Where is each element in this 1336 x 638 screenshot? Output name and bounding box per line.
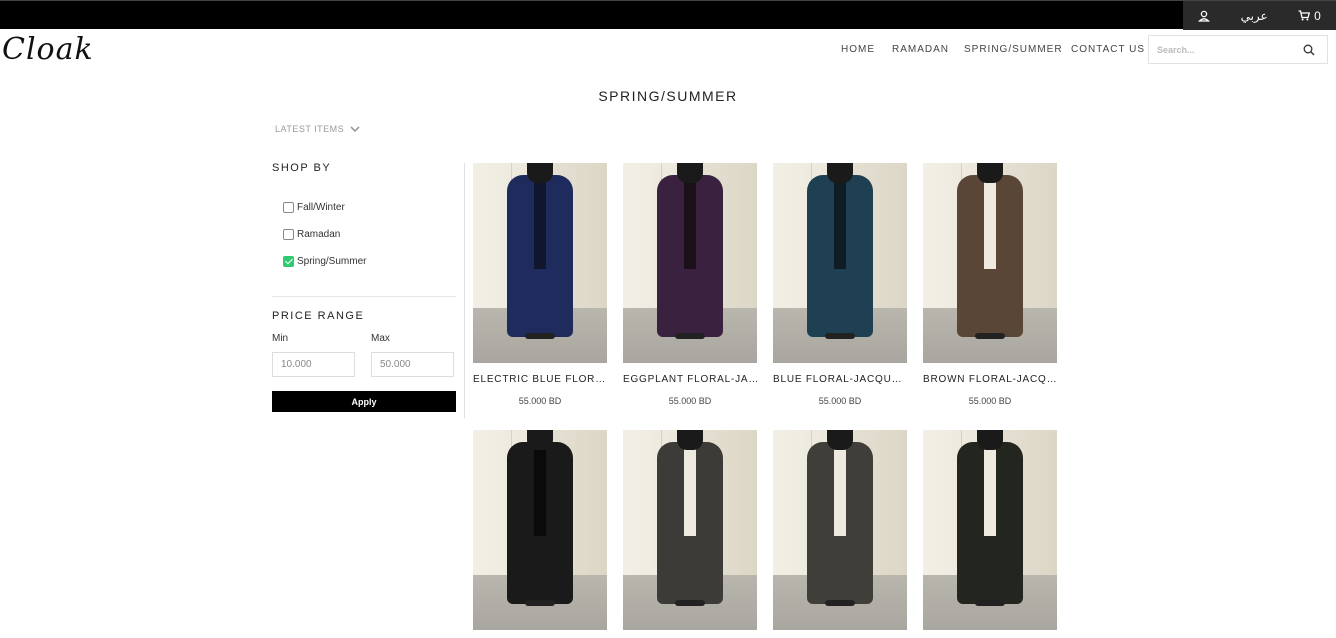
sort-dropdown[interactable]: LATEST ITEMS [275,124,360,134]
product-image[interactable] [923,163,1057,363]
product-image[interactable] [773,430,907,630]
product-price: 55.000 BD [518,396,562,406]
chevron-down-icon [350,125,360,132]
product-price: 55.000 BD [968,396,1012,406]
shop-by-title: SHOP BY [272,162,332,174]
product-card[interactable] [923,430,1057,630]
search-input[interactable] [1149,44,1294,55]
category-filters: Fall/Winter Ramadan Spring/Summer [283,194,456,275]
product-card[interactable] [473,430,607,630]
user-icon[interactable] [1198,10,1211,22]
checkbox-checked[interactable] [283,256,294,267]
cart-button[interactable]: 0 [1298,9,1321,23]
product-name[interactable]: ELECTRIC BLUE FLORAL-JACQUARD [473,374,609,385]
filter-label: Spring/Summer [297,256,367,267]
product-image[interactable] [473,430,607,630]
cart-icon [1298,10,1311,21]
search-icon[interactable] [1303,44,1315,56]
nav-spring-summer[interactable]: SPRING/SUMMER [964,44,1063,55]
product-name[interactable]: BROWN FLORAL-JACQUARD [923,374,1059,385]
product-card[interactable] [773,430,907,630]
language-switch[interactable]: عربي [1241,9,1268,23]
nav-ramadan[interactable]: RAMADAN [892,44,949,55]
product-image[interactable] [473,163,607,363]
top-bar: عربي 0 [0,0,1336,30]
sort-label: LATEST ITEMS [275,124,345,134]
apply-button[interactable]: Apply [272,391,456,412]
sidebar-divider [464,163,465,418]
min-price-input[interactable] [272,352,355,377]
product-image[interactable] [623,430,757,630]
product-card[interactable]: BLUE FLORAL-JACQUARD 55.000 BD [773,163,909,406]
brand-logo[interactable]: Cloak [2,32,94,67]
filter-label: Fall/Winter [297,202,345,213]
product-card[interactable] [623,430,757,630]
product-card[interactable]: EGGPLANT FLORAL-JACQUARD 55.000 BD [623,163,759,406]
price-inputs [272,352,456,377]
checkbox[interactable] [283,229,294,240]
filter-fall-winter[interactable]: Fall/Winter [283,194,456,221]
price-labels: Min Max [272,333,456,344]
max-price-input[interactable] [371,352,454,377]
filter-sidebar: SHOP BY Fall/Winter Ramadan Spring/Summe… [272,162,456,412]
account-bar: عربي 0 [1183,1,1336,30]
product-image[interactable] [773,163,907,363]
product-price: 55.000 BD [818,396,862,406]
divider [272,296,456,297]
price-range-title: PRICE RANGE [272,310,365,322]
nav-contact-us[interactable]: CONTACT US [1071,44,1145,55]
product-card[interactable]: ELECTRIC BLUE FLORAL-JACQUARD 55.000 BD [473,163,609,406]
filter-ramadan[interactable]: Ramadan [283,221,456,248]
search-box [1148,35,1328,64]
product-name[interactable]: BLUE FLORAL-JACQUARD [773,374,909,385]
product-price: 55.000 BD [668,396,712,406]
max-label: Max [371,333,390,344]
min-label: Min [272,333,289,344]
product-image[interactable] [623,163,757,363]
product-image[interactable] [923,430,1057,630]
cart-count: 0 [1314,8,1321,23]
product-name[interactable]: EGGPLANT FLORAL-JACQUARD [623,374,759,385]
product-card[interactable]: BROWN FLORAL-JACQUARD 55.000 BD [923,163,1059,406]
checkbox[interactable] [283,202,294,213]
filter-label: Ramadan [297,229,341,240]
filter-spring-summer[interactable]: Spring/Summer [283,248,456,275]
nav-home[interactable]: HOME [841,44,875,55]
page-title: SPRING/SUMMER [598,88,738,104]
